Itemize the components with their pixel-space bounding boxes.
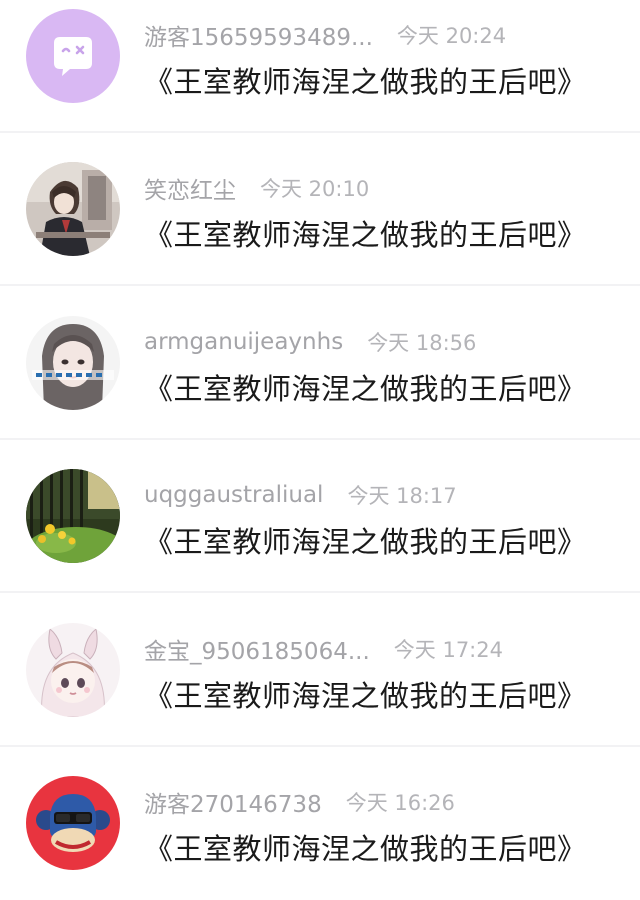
girl-photo-avatar <box>26 316 120 410</box>
comment-meta: 游客270146738 今天 16:26 <box>144 785 455 819</box>
avatar[interactable] <box>26 469 120 563</box>
comment-meta: uqggaustraliual 今天 18:17 <box>144 478 457 512</box>
flower-photo-avatar <box>26 469 120 563</box>
avatar[interactable] <box>26 9 120 103</box>
timestamp: 今天 20:24 <box>396 24 507 48</box>
anime-boy-avatar <box>26 162 120 256</box>
comment-item[interactable]: 游客270146738 今天 16:26 《王室教师海涅之做我的王后吧》 <box>0 747 640 900</box>
anime-girl-bunny-hood-avatar <box>26 623 120 717</box>
timestamp: 今天 18:56 <box>367 331 477 355</box>
monkey-face-icon <box>26 776 120 870</box>
timestamp: 今天 17:24 <box>393 638 503 662</box>
book-title[interactable]: 《王室教师海涅之做我的王后吧》 <box>144 212 587 254</box>
divider <box>0 284 640 286</box>
username[interactable]: armganuijeaynhs <box>144 329 343 355</box>
avatar[interactable] <box>26 316 120 410</box>
username[interactable]: 金宝_9506185064... <box>144 632 370 666</box>
avatar[interactable] <box>26 162 120 256</box>
comment-item[interactable]: 笑恋红尘 今天 20:10 《王室教师海涅之做我的王后吧》 <box>0 133 640 286</box>
chat-bubble-icon <box>26 9 120 103</box>
comment-feed: 游客15659593489... 今天 20:24 《王室教师海涅之做我的王后吧… <box>0 0 640 885</box>
timestamp: 今天 18:17 <box>347 484 457 508</box>
comment-item[interactable]: armganuijeaynhs 今天 18:56 《王室教师海涅之做我的王后吧》 <box>0 287 640 440</box>
book-title[interactable]: 《王室教师海涅之做我的王后吧》 <box>144 366 587 408</box>
book-title[interactable]: 《王室教师海涅之做我的王后吧》 <box>144 519 587 561</box>
comment-meta: 笑恋红尘 今天 20:10 <box>144 171 369 205</box>
comment-item[interactable]: 金宝_9506185064... 今天 17:24 《王室教师海涅之做我的王后吧… <box>0 594 640 747</box>
timestamp: 今天 16:26 <box>345 791 455 815</box>
comment-item[interactable]: uqggaustraliual 今天 18:17 《王室教师海涅之做我的王后吧》 <box>0 440 640 593</box>
book-title[interactable]: 《王室教师海涅之做我的王后吧》 <box>144 826 587 868</box>
avatar[interactable] <box>26 623 120 717</box>
avatar[interactable] <box>26 776 120 870</box>
divider <box>0 591 640 593</box>
book-title[interactable]: 《王室教师海涅之做我的王后吧》 <box>144 59 587 101</box>
username[interactable]: uqggaustraliual <box>144 482 323 508</box>
book-title[interactable]: 《王室教师海涅之做我的王后吧》 <box>144 673 587 715</box>
comment-item[interactable]: 游客15659593489... 今天 20:24 《王室教师海涅之做我的王后吧… <box>0 0 640 133</box>
username[interactable]: 游客15659593489... <box>144 18 373 52</box>
comment-meta: 游客15659593489... 今天 20:24 <box>144 18 506 52</box>
username[interactable]: 笑恋红尘 <box>144 171 236 205</box>
comment-meta: 金宝_9506185064... 今天 17:24 <box>144 632 503 666</box>
comment-meta: armganuijeaynhs 今天 18:56 <box>144 325 476 359</box>
username[interactable]: 游客270146738 <box>144 785 322 819</box>
timestamp: 今天 20:10 <box>260 177 370 201</box>
